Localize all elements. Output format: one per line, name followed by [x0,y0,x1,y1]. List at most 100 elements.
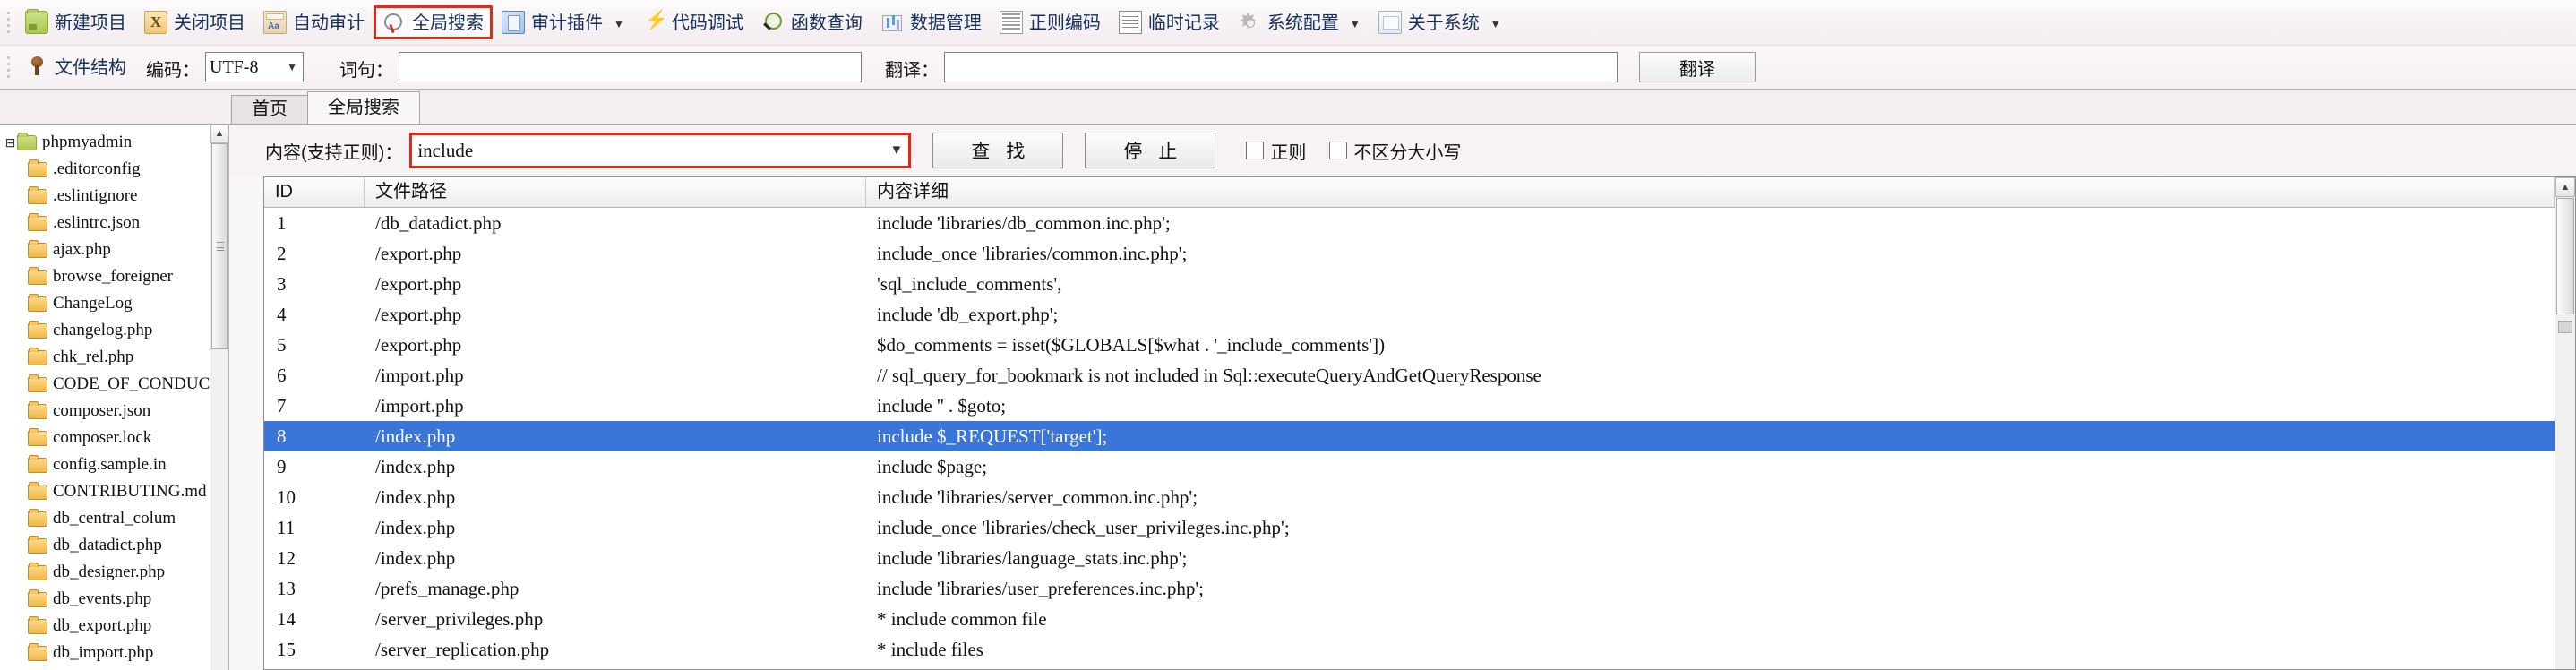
toolbar-button-7[interactable]: 数据管理 [872,5,991,39]
tree-vertical-scrollbar[interactable]: ▲ [210,125,228,670]
tree-item[interactable]: db_designer.php [4,559,228,586]
tree-root-node[interactable]: ⊟ phpmyadmin [4,129,228,156]
tab-0[interactable]: 首页 [231,95,308,124]
tree-item[interactable]: changelog.php [4,317,228,344]
tree-item[interactable]: ChangeLog [4,290,228,317]
encoding-select[interactable]: UTF-8 [205,52,304,82]
tree-item[interactable]: browse_foreigner [4,263,228,290]
toolbar-button-9[interactable]: 临时记录 [1110,5,1229,39]
chevron-down-icon[interactable]: ▼ [1350,18,1361,30]
search-controls: 内容(支持正则)： include ▼ 查 找 停 止 正则 不区分大小写 [229,125,2576,176]
toolbar-button-8[interactable]: 正则编码 [991,5,1110,39]
table-row[interactable]: 8/index.php include $_REQUEST['target']; [264,421,2555,451]
tree-item[interactable]: CONTRIBUTING.md [4,478,228,505]
secondary-toolbar: 文件结构 编码： UTF-8 ▼ 词句： 翻译： 翻译 [0,46,2576,90]
project-tree-panel: ⊟ phpmyadmin .editorconfig .eslintignore .es… [0,125,229,670]
results-vertical-scrollbar[interactable]: ▲ [2555,177,2575,669]
translate-button[interactable]: 翻译 [1639,52,1756,82]
search-content-combo[interactable]: include ▼ [409,133,912,168]
toolbar-button-label: 代码调试 [671,13,743,33]
tree-scroll-thumb[interactable] [211,143,228,349]
toolbar-button-label: 系统配置 [1267,13,1339,33]
table-row[interactable]: 9/index.php include $page; [264,451,2555,482]
toolbar-button-0[interactable]: 新建项目 [16,5,135,39]
tree-item[interactable]: .eslintignore [4,183,228,210]
toolbar-button-11[interactable]: 关于系统 ▼ [1370,5,1510,39]
cell-id: 6 [277,365,287,386]
tree-scroll-up-arrow[interactable]: ▲ [210,125,228,143]
table-row[interactable]: 15/server_replication.php * include files [264,634,2555,665]
ignore-case-checkbox-box[interactable] [1329,142,1348,159]
secondary-toolbar-grip[interactable] [4,52,13,82]
file-structure-button[interactable]: 文件结构 [16,50,135,84]
column-header-2[interactable]: 内容详细 [866,177,2555,207]
toolbar-button-1[interactable]: X 关闭项目 [135,5,254,39]
tree-item[interactable]: db_events.php [4,586,228,613]
folder-icon [28,320,47,339]
tree-item[interactable]: db_export.php [4,613,228,640]
regex-checkbox-box[interactable] [1246,142,1265,159]
cell-id: 4 [277,304,287,325]
table-row[interactable]: 14/server_privileges.php * include common… [264,604,2555,634]
column-header-1[interactable]: 文件路径 [365,177,866,207]
toolbar-button-5[interactable]: 代码调试 [633,5,752,39]
table-row[interactable]: 7/import.php include '' . $goto; [264,391,2555,421]
tree-item[interactable]: .editorconfig [4,156,228,183]
table-row[interactable]: 2/export.php include_once 'libraries/comm… [264,238,2555,269]
toolbar-grip[interactable] [4,7,13,38]
toolbar-button-6[interactable]: 函数查询 [752,5,872,39]
tree-item[interactable]: ajax.php [4,236,228,263]
results-table-body: 1/db_datadict.php include 'libraries/db_c… [264,208,2555,665]
stop-button[interactable]: 停 止 [1085,133,1216,168]
toolbar-button-10[interactable]: 系统配置 ▼ [1229,5,1370,39]
translate-input[interactable] [944,52,1618,82]
cell-path: /index.php [375,486,456,508]
tree-item[interactable]: composer.json [4,398,228,425]
tree-item[interactable]: db_import.php [4,640,228,666]
table-row[interactable]: 5/export.php $do_comments = isset($GLOBAL… [264,330,2555,360]
toolbar-button-2[interactable]: 自动审计 [254,5,374,39]
chevron-down-icon[interactable]: ▼ [614,18,624,30]
table-row[interactable]: 6/import.php // sql_query_for_bookmark is… [264,360,2555,391]
cell-detail: 'sql_include_comments', [877,273,1062,295]
tree-item[interactable]: .eslintrc.json [4,210,228,236]
main-toolbar: 新建项目 X 关闭项目 自动审计 全局搜索 审计插件 ▼ 代码调试 函数查询 数据管理 正则编码 临时… [0,0,2576,46]
toolbar-button-4[interactable]: 审计插件 ▼ [493,5,633,39]
chevron-down-icon: ▼ [889,142,904,158]
cell-id: 5 [277,334,287,356]
results-scroll-thumb[interactable] [2556,198,2574,314]
results-table: ID 文件路径 内容详细 1/db_datadict.php include 'lib… [264,177,2555,669]
table-row[interactable]: 13/prefs_manage.php include 'libraries/us… [264,573,2555,604]
table-row[interactable]: 11/index.php include_once 'libraries/chec… [264,512,2555,543]
table-row[interactable]: 4/export.php include 'db_export.php'; [264,299,2555,330]
tree-item[interactable]: db_central_colum [4,505,228,532]
tree-item[interactable]: config.sample.in [4,451,228,478]
tree-item[interactable]: CODE_OF_CONDUCT. [4,371,228,398]
results-scroll-up-arrow[interactable]: ▲ [2555,177,2575,197]
table-row[interactable]: 12/index.php include 'libraries/language_… [264,543,2555,573]
table-row[interactable]: 10/index.php include 'libraries/server_co… [264,482,2555,512]
tab-1[interactable]: 全局搜索 [307,91,420,124]
cell-detail: include_once 'libraries/common.inc.php'; [877,243,1188,264]
new-project-folder-icon [25,9,48,34]
tree-item[interactable]: composer.lock [4,425,228,451]
phrase-input[interactable] [399,52,862,82]
tree-expander[interactable]: ⊟ [4,135,17,150]
cell-detail: include 'libraries/server_common.inc.php… [877,486,1198,508]
tree-item-label: db_events.php [53,589,152,608]
column-header-0[interactable]: ID [264,177,365,207]
ignore-case-checkbox[interactable]: 不区分大小写 [1329,138,1461,164]
tree-item[interactable]: chk_rel.php [4,344,228,371]
folder-icon [28,562,47,580]
chevron-down-icon[interactable]: ▼ [1490,18,1501,30]
search-content-value: include [417,139,474,161]
tree-item[interactable]: db_datadict.php [4,532,228,559]
folder-icon [28,508,47,527]
toolbar-button-3[interactable]: 全局搜索 [374,5,493,39]
table-row[interactable]: 3/export.php 'sql_include_comments', [264,269,2555,299]
find-button[interactable]: 查 找 [932,133,1064,168]
results-scroll-page-marker[interactable] [2558,321,2572,333]
tree-item-label: composer.json [53,401,151,420]
regex-checkbox[interactable]: 正则 [1246,138,1306,164]
table-row[interactable]: 1/db_datadict.php include 'libraries/db_c… [264,208,2555,238]
